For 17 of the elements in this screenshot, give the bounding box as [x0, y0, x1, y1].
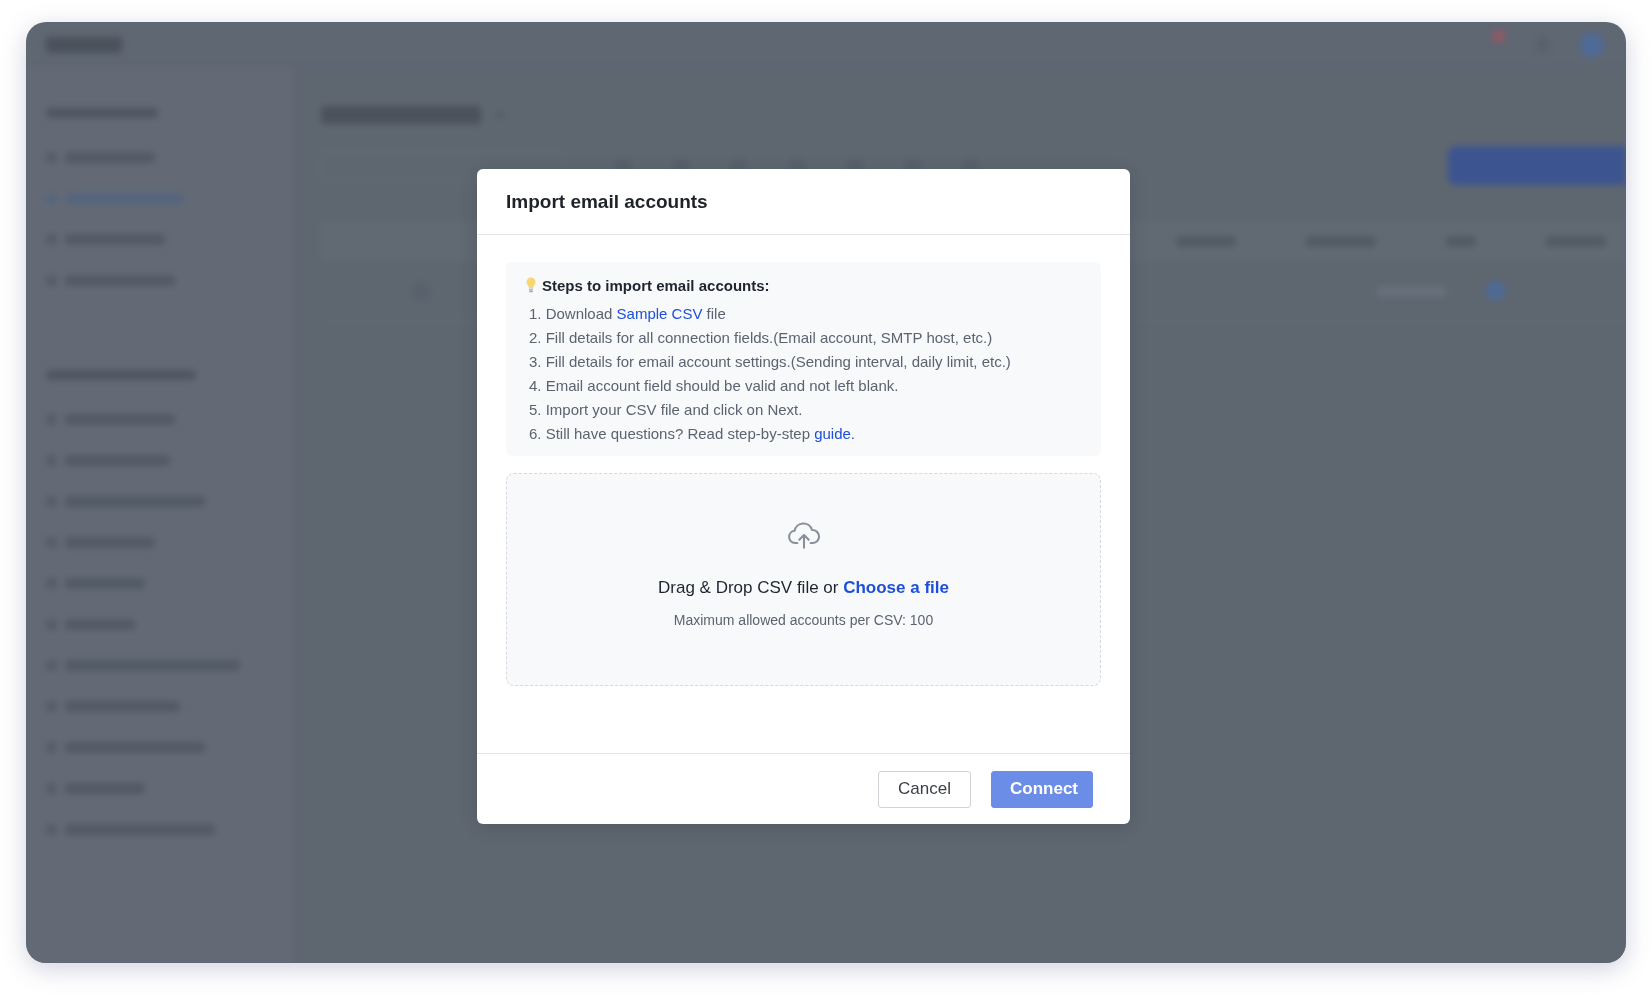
step-item: 3. Fill details for email account settings.(Sending interval, daily limit, etc.): [529, 352, 1012, 372]
text-link[interactable]: guide.: [814, 425, 856, 442]
upload-limit-note: Maximum allowed accounts per CSV: 100: [673, 612, 934, 628]
step-item: 1. Download Sample CSV file: [529, 304, 727, 324]
cloud-upload-icon: [786, 522, 821, 549]
dialog-title: Import email accounts: [506, 190, 708, 213]
drop-prompt: Drag & Drop CSV file or Choose a file: [658, 578, 949, 598]
step-item: 5. Import your CSV file and click on Next.: [529, 400, 804, 420]
lightbulb-icon: [526, 277, 536, 293]
text-link[interactable]: Sample CSV: [616, 305, 703, 322]
cancel-button[interactable]: Cancel: [878, 770, 971, 808]
step-item: 2. Fill details for all connection fields.(Email account, SMTP host, etc.): [529, 328, 994, 348]
step-item: 6. Still have questions? Read step-by-step guide.: [529, 424, 857, 444]
step-item: 4. Email account field should be valid and not left blank.: [529, 376, 900, 396]
choose-file-link[interactable]: Choose a file: [843, 578, 949, 597]
file-drop-zone[interactable]: Drag & Drop CSV file or Choose a file Maximum allowed accounts per CSV: 100: [506, 473, 1101, 686]
steps-heading: Steps to import email accounts:: [542, 276, 770, 294]
